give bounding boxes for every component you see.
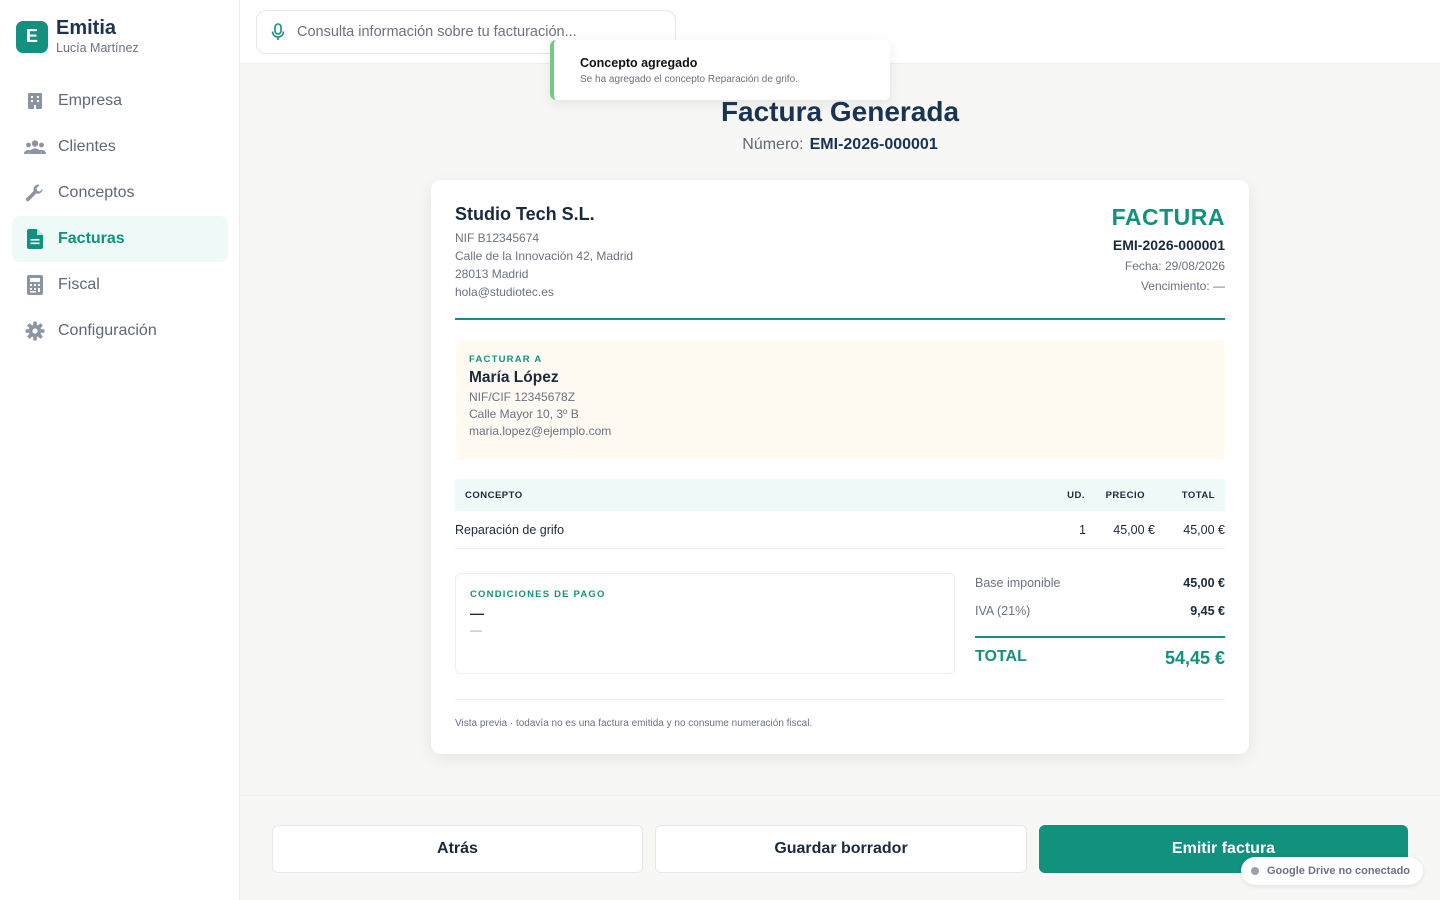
sidebar-item-label: Conceptos [58,184,135,201]
payment-conditions-detail: — [470,623,482,637]
drive-status-text: Google Drive no conectado [1267,865,1411,877]
payment-conditions-value: — [470,605,484,621]
document-icon [24,228,46,250]
invoice-doc-label: FACTURA [1111,204,1225,230]
sidebar: E Emitia Lucía Martínez Empresa Clientes… [0,0,240,900]
main-nav: Empresa Clientes Conceptos Facturas Fisc… [12,78,228,354]
sidebar-item-label: Configuración [58,322,157,339]
sidebar-item-label: Clientes [58,138,116,155]
items-table-header: CONCEPTO UD. PRECIO TOTAL [455,479,1225,511]
invoice-number-value: EMI-2026-000001 [809,136,938,153]
drive-status-badge[interactable]: Google Drive no conectado [1241,857,1423,885]
sidebar-item-empresa[interactable]: Empresa [12,78,228,124]
save-draft-button[interactable]: Guardar borrador [655,825,1027,873]
row-price: 45,00 € [1113,523,1155,537]
microphone-icon[interactable] [271,23,287,41]
page-title: Factura Generada [720,96,960,127]
total-value: 54,45 € [1164,648,1225,668]
invoice-preview: Studio Tech S.L. NIF B12345674 Calle de … [431,180,1249,754]
bill-to-box: FACTURAR A María López NIF/CIF 12345678Z… [455,340,1225,460]
invoice-date: Fecha: 29/08/2026 [1124,259,1225,273]
client-name: María López [469,369,559,386]
back-button[interactable]: Atrás [272,825,643,873]
column-header-price: PRECIO [1105,489,1145,501]
client-email: maria.lopez@ejemplo.com [469,424,612,438]
search-input[interactable] [297,24,657,40]
iva-label: IVA (21%) [975,604,1031,618]
sidebar-item-configuracion[interactable]: Configuración [12,308,228,354]
app-logo: E [16,20,48,53]
status-dot-icon [1251,867,1259,875]
column-header-units: UD. [1067,489,1085,501]
wrench-icon [24,182,46,204]
invoice-number-heading: Número: EMI-2026-000001 [240,136,1440,154]
app-name: Emitia [56,17,117,39]
sidebar-item-fiscal[interactable]: Fiscal [12,262,228,308]
base-value: 45,00 € [1183,576,1225,590]
invoice-due-date: Vencimiento: — [1140,279,1225,293]
preview-footnote: Vista previa · todavía no es una factura… [455,718,813,729]
total-label: TOTAL [975,648,1027,665]
users-icon [24,136,46,158]
company-address: Calle de la Innovación 42, Madrid [455,249,634,263]
client-address: Calle Mayor 10, 3º B [469,407,579,421]
bill-to-label: FACTURAR A [469,354,543,365]
invoice-header: FACTURA EMI-2026-000001 Fecha: 29/08/202… [1112,204,1225,293]
totals-divider [975,636,1225,638]
toast-title: Concepto agregado [580,56,698,70]
sidebar-item-label: Empresa [58,92,123,109]
column-header-concept: CONCEPTO [465,489,523,501]
base-label: Base imponible [975,576,1061,590]
brand[interactable]: E Emitia Lucía Martínez [16,18,139,55]
invoice-number-label: Número: [742,136,804,153]
sidebar-item-label: Facturas [58,230,125,247]
toast-message: Se ha agregado el concepto Reparación de… [580,74,798,85]
base-row: Base imponible 45,00 € [975,576,1225,604]
header-divider [455,318,1225,320]
total-row: TOTAL 54,45 € [975,648,1225,682]
payment-conditions: CONDICIONES DE PAGO — — [455,573,955,674]
company-city: 28013 Madrid [455,267,529,281]
sidebar-item-label: Fiscal [58,276,100,293]
row-total: 45,00 € [1183,523,1225,537]
row-concept: Reparación de grifo [455,523,565,537]
company-email: hola@studiotec.es [455,285,554,299]
totals-block: Base imponible 45,00 € IVA (21%) 9,45 € … [975,576,1225,682]
sidebar-item-clientes[interactable]: Clientes [12,124,228,170]
client-nif: NIF/CIF 12345678Z [469,390,576,404]
invoice-number: EMI-2026-000001 [1112,237,1225,253]
gear-icon [24,320,46,342]
user-name: Lucía Martínez [56,41,139,55]
company-name: Studio Tech S.L. [455,204,595,224]
footer-divider [455,699,1225,700]
row-units: 1 [1079,523,1086,537]
table-row: Reparación de grifo 1 45,00 € 45,00 € [455,511,1225,549]
iva-value: 9,45 € [1190,604,1225,618]
iva-row: IVA (21%) 9,45 € [975,604,1225,632]
company-nif: NIF B12345674 [455,231,540,245]
toast-notification: Concepto agregado Se ha agregado el conc… [550,40,890,100]
sidebar-item-conceptos[interactable]: Conceptos [12,170,228,216]
calculator-icon [24,274,46,296]
sidebar-item-facturas[interactable]: Facturas [12,216,228,262]
payment-conditions-label: CONDICIONES DE PAGO [470,589,606,600]
column-header-total: TOTAL [1181,489,1215,501]
building-icon [24,90,46,112]
